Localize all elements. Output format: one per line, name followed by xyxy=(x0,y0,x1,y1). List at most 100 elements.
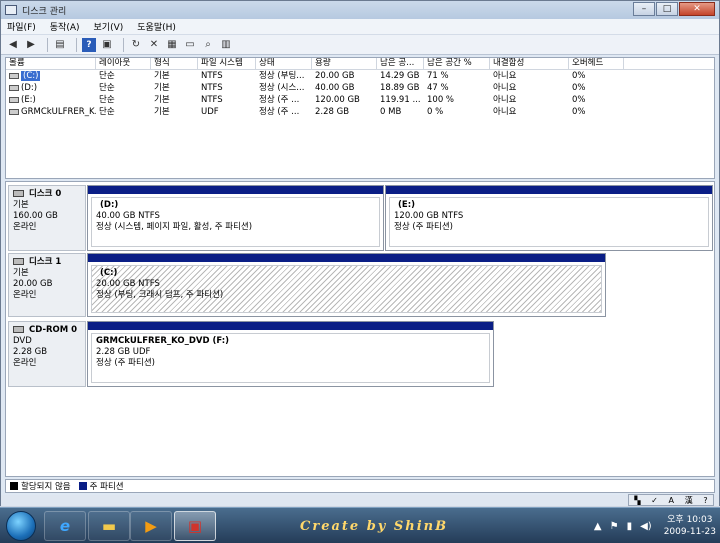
table-cell: 0% xyxy=(572,83,586,93)
partition-bar xyxy=(88,254,605,262)
column-type[interactable]: 형식 xyxy=(151,58,198,69)
table-cell: 0 MB xyxy=(380,107,402,117)
disk-label[interactable]: 디스크 1 기본 20.00 GB 온라인 xyxy=(8,253,86,317)
disk-size: 160.00 GB xyxy=(13,211,58,221)
console-tree-icon[interactable]: ▤ xyxy=(53,38,67,52)
open-icon[interactable]: ▭ xyxy=(183,38,197,52)
show-hide-icon[interactable]: ▣ xyxy=(100,38,114,52)
table-cell: 기본 xyxy=(154,107,170,117)
help-icon[interactable]: ? xyxy=(703,496,707,505)
column-percent-free[interactable]: 남은 공간 % xyxy=(424,58,490,69)
table-cell: 기본 xyxy=(154,83,170,93)
table-cell: 119.91 ... xyxy=(380,95,421,105)
disk-size: 20.00 GB xyxy=(13,279,53,289)
volume-icon[interactable]: ◀) xyxy=(640,521,652,532)
clock[interactable]: 오후 10:03 2009-11-23 xyxy=(664,514,716,538)
toolbar: ◀ ▶ ▤ ? ▣ ↻ ✕ ▦ ▭ ⌕ ▥ xyxy=(1,35,719,55)
status-bar xyxy=(1,495,719,506)
search-icon[interactable]: ⌕ xyxy=(201,38,215,52)
partition-body: (C:) 20.00 GB NTFS 정상 (부팅, 크래시 덤프, 주 파티션… xyxy=(91,265,602,313)
volume-list: 볼륨 레이아웃 형식 파일 시스템 상태 용량 남은 공... 남은 공간 % … xyxy=(5,57,715,179)
menu-view[interactable]: 보기(V) xyxy=(94,20,124,33)
partition-block[interactable]: GRMCkULFRER_KO_DVD (F:) 2.28 GB UDF 정상 (… xyxy=(87,321,494,387)
start-button[interactable] xyxy=(6,511,36,541)
forward-arrow-icon[interactable]: ▶ xyxy=(24,38,38,52)
menu-action[interactable]: 동작(A) xyxy=(50,20,80,33)
menu-help[interactable]: 도움말(H) xyxy=(137,20,176,33)
table-cell: 아니요 xyxy=(493,71,517,81)
help-icon[interactable]: ? xyxy=(82,37,96,52)
table-cell: 47 % xyxy=(427,83,449,93)
volume-cell: (E:) xyxy=(6,94,96,106)
disk-row: 디스크 1 기본 20.00 GB 온라인 (C:) 20.00 GB NTFS… xyxy=(8,253,608,317)
column-free-space[interactable]: 남은 공... xyxy=(377,58,424,69)
partition-status: 정상 (주 파티션) xyxy=(394,222,453,232)
taskbar-explorer[interactable]: ▬ xyxy=(88,511,130,541)
table-cell: 0% xyxy=(572,107,586,117)
partition-size: 40.00 GB NTFS xyxy=(96,211,160,221)
close-button[interactable]: ✕ xyxy=(679,2,715,16)
disk-row: 디스크 0 기본 160.00 GB 온라인 (D:) 40.00 GB NTF… xyxy=(8,185,713,251)
table-row[interactable]: (E:) 단순 기본 NTFS 정상 (주 ... 120.00 GB 119.… xyxy=(6,94,714,106)
table-cell: UDF xyxy=(201,107,219,117)
show-hidden-icons-icon[interactable]: ▲ xyxy=(594,521,602,532)
hanja-indicator[interactable]: 漢 xyxy=(685,495,693,506)
toolbar-separator xyxy=(76,37,77,52)
language-bar[interactable]: ▚ ✓ A 漢 ? xyxy=(628,494,714,506)
disk-row: CD-ROM 0 DVD 2.28 GB 온라인 GRMCkULFRER_KO_… xyxy=(8,321,496,387)
back-arrow-icon[interactable]: ◀ xyxy=(6,38,20,52)
menu-file[interactable]: 파일(F) xyxy=(7,20,36,33)
table-cell: 정상 (시스... xyxy=(259,83,305,93)
column-volume[interactable]: 볼륨 xyxy=(6,58,96,69)
table-cell: 정상 (주 ... xyxy=(259,107,300,117)
table-cell: 정상 (주 ... xyxy=(259,95,300,105)
menu-bar: 파일(F) 동작(A) 보기(V) 도움말(H) xyxy=(1,19,719,35)
disk-state: 온라인 xyxy=(13,290,37,300)
column-status[interactable]: 상태 xyxy=(256,58,312,69)
table-cell: 71 % xyxy=(427,71,449,81)
disk-state: 온라인 xyxy=(13,358,37,368)
disk-management-app-icon xyxy=(5,5,17,15)
partition-block[interactable]: (D:) 40.00 GB NTFS 정상 (시스템, 페이지 파일, 활성, … xyxy=(87,185,384,251)
language-bar-handle-icon: ▚ xyxy=(634,495,641,505)
table-row[interactable]: (C:) 단순 기본 NTFS 정상 (부팅... 20.00 GB 14.29… xyxy=(6,70,714,82)
partition-status: 정상 (시스템, 페이지 파일, 활성, 주 파티션) xyxy=(96,222,253,232)
ime-mode-indicator[interactable]: A xyxy=(669,496,674,505)
legend-swatch-primary xyxy=(78,482,87,490)
partition-block-selected[interactable]: (C:) 20.00 GB NTFS 정상 (부팅, 크래시 덤프, 주 파티션… xyxy=(87,253,606,317)
column-file-system[interactable]: 파일 시스템 xyxy=(198,58,256,69)
refresh-icon[interactable]: ↻ xyxy=(129,38,143,52)
table-row[interactable]: (D:) 단순 기본 NTFS 정상 (시스... 40.00 GB 18.89… xyxy=(6,82,714,94)
partition-bar xyxy=(386,186,712,194)
taskbar-disk-management[interactable]: ▣ xyxy=(174,511,216,541)
clock-date: 2009-11-23 xyxy=(663,527,716,537)
delete-icon[interactable]: ✕ xyxy=(147,38,161,52)
partition-size: 2.28 GB UDF xyxy=(96,347,151,357)
maximize-button[interactable]: □ xyxy=(656,2,678,16)
action-center-icon[interactable]: ⚑ xyxy=(610,521,619,532)
internet-explorer-icon: e xyxy=(59,517,71,535)
disk-label[interactable]: 디스크 0 기본 160.00 GB 온라인 xyxy=(8,185,86,251)
toolbar-separator xyxy=(123,37,124,52)
column-capacity[interactable]: 용량 xyxy=(312,58,377,69)
properties-icon[interactable]: ▦ xyxy=(165,38,179,52)
volume-cell: (D:) xyxy=(6,82,96,94)
disk-size: 2.28 GB xyxy=(13,347,48,357)
column-layout[interactable]: 레이아웃 xyxy=(96,58,151,69)
table-cell: 아니요 xyxy=(493,83,517,93)
column-fault-tolerance[interactable]: 내결함성 xyxy=(490,58,569,69)
disk-view-icon[interactable]: ▥ xyxy=(219,38,233,52)
table-cell: 20.00 GB xyxy=(315,71,355,81)
taskbar-internet-explorer[interactable]: e xyxy=(44,511,86,541)
disk-label[interactable]: CD-ROM 0 DVD 2.28 GB 온라인 xyxy=(8,321,86,387)
network-icon[interactable]: ▮ xyxy=(627,521,633,532)
ime-check-icon[interactable]: ✓ xyxy=(651,496,658,505)
taskbar-media-player[interactable]: ▶ xyxy=(130,511,172,541)
minimize-button[interactable]: – xyxy=(633,2,655,16)
partition-block[interactable]: (E:) 120.00 GB NTFS 정상 (주 파티션) xyxy=(385,185,713,251)
volume-list-header: 볼륨 레이아웃 형식 파일 시스템 상태 용량 남은 공... 남은 공간 % … xyxy=(6,58,714,70)
table-cell: 기본 xyxy=(154,95,170,105)
table-row[interactable]: GRMCkULFRER_K... 단순 기본 UDF 정상 (주 ... 2.2… xyxy=(6,106,714,118)
column-overhead[interactable]: 오버헤드 xyxy=(569,58,624,69)
folder-icon: ▬ xyxy=(101,517,117,535)
